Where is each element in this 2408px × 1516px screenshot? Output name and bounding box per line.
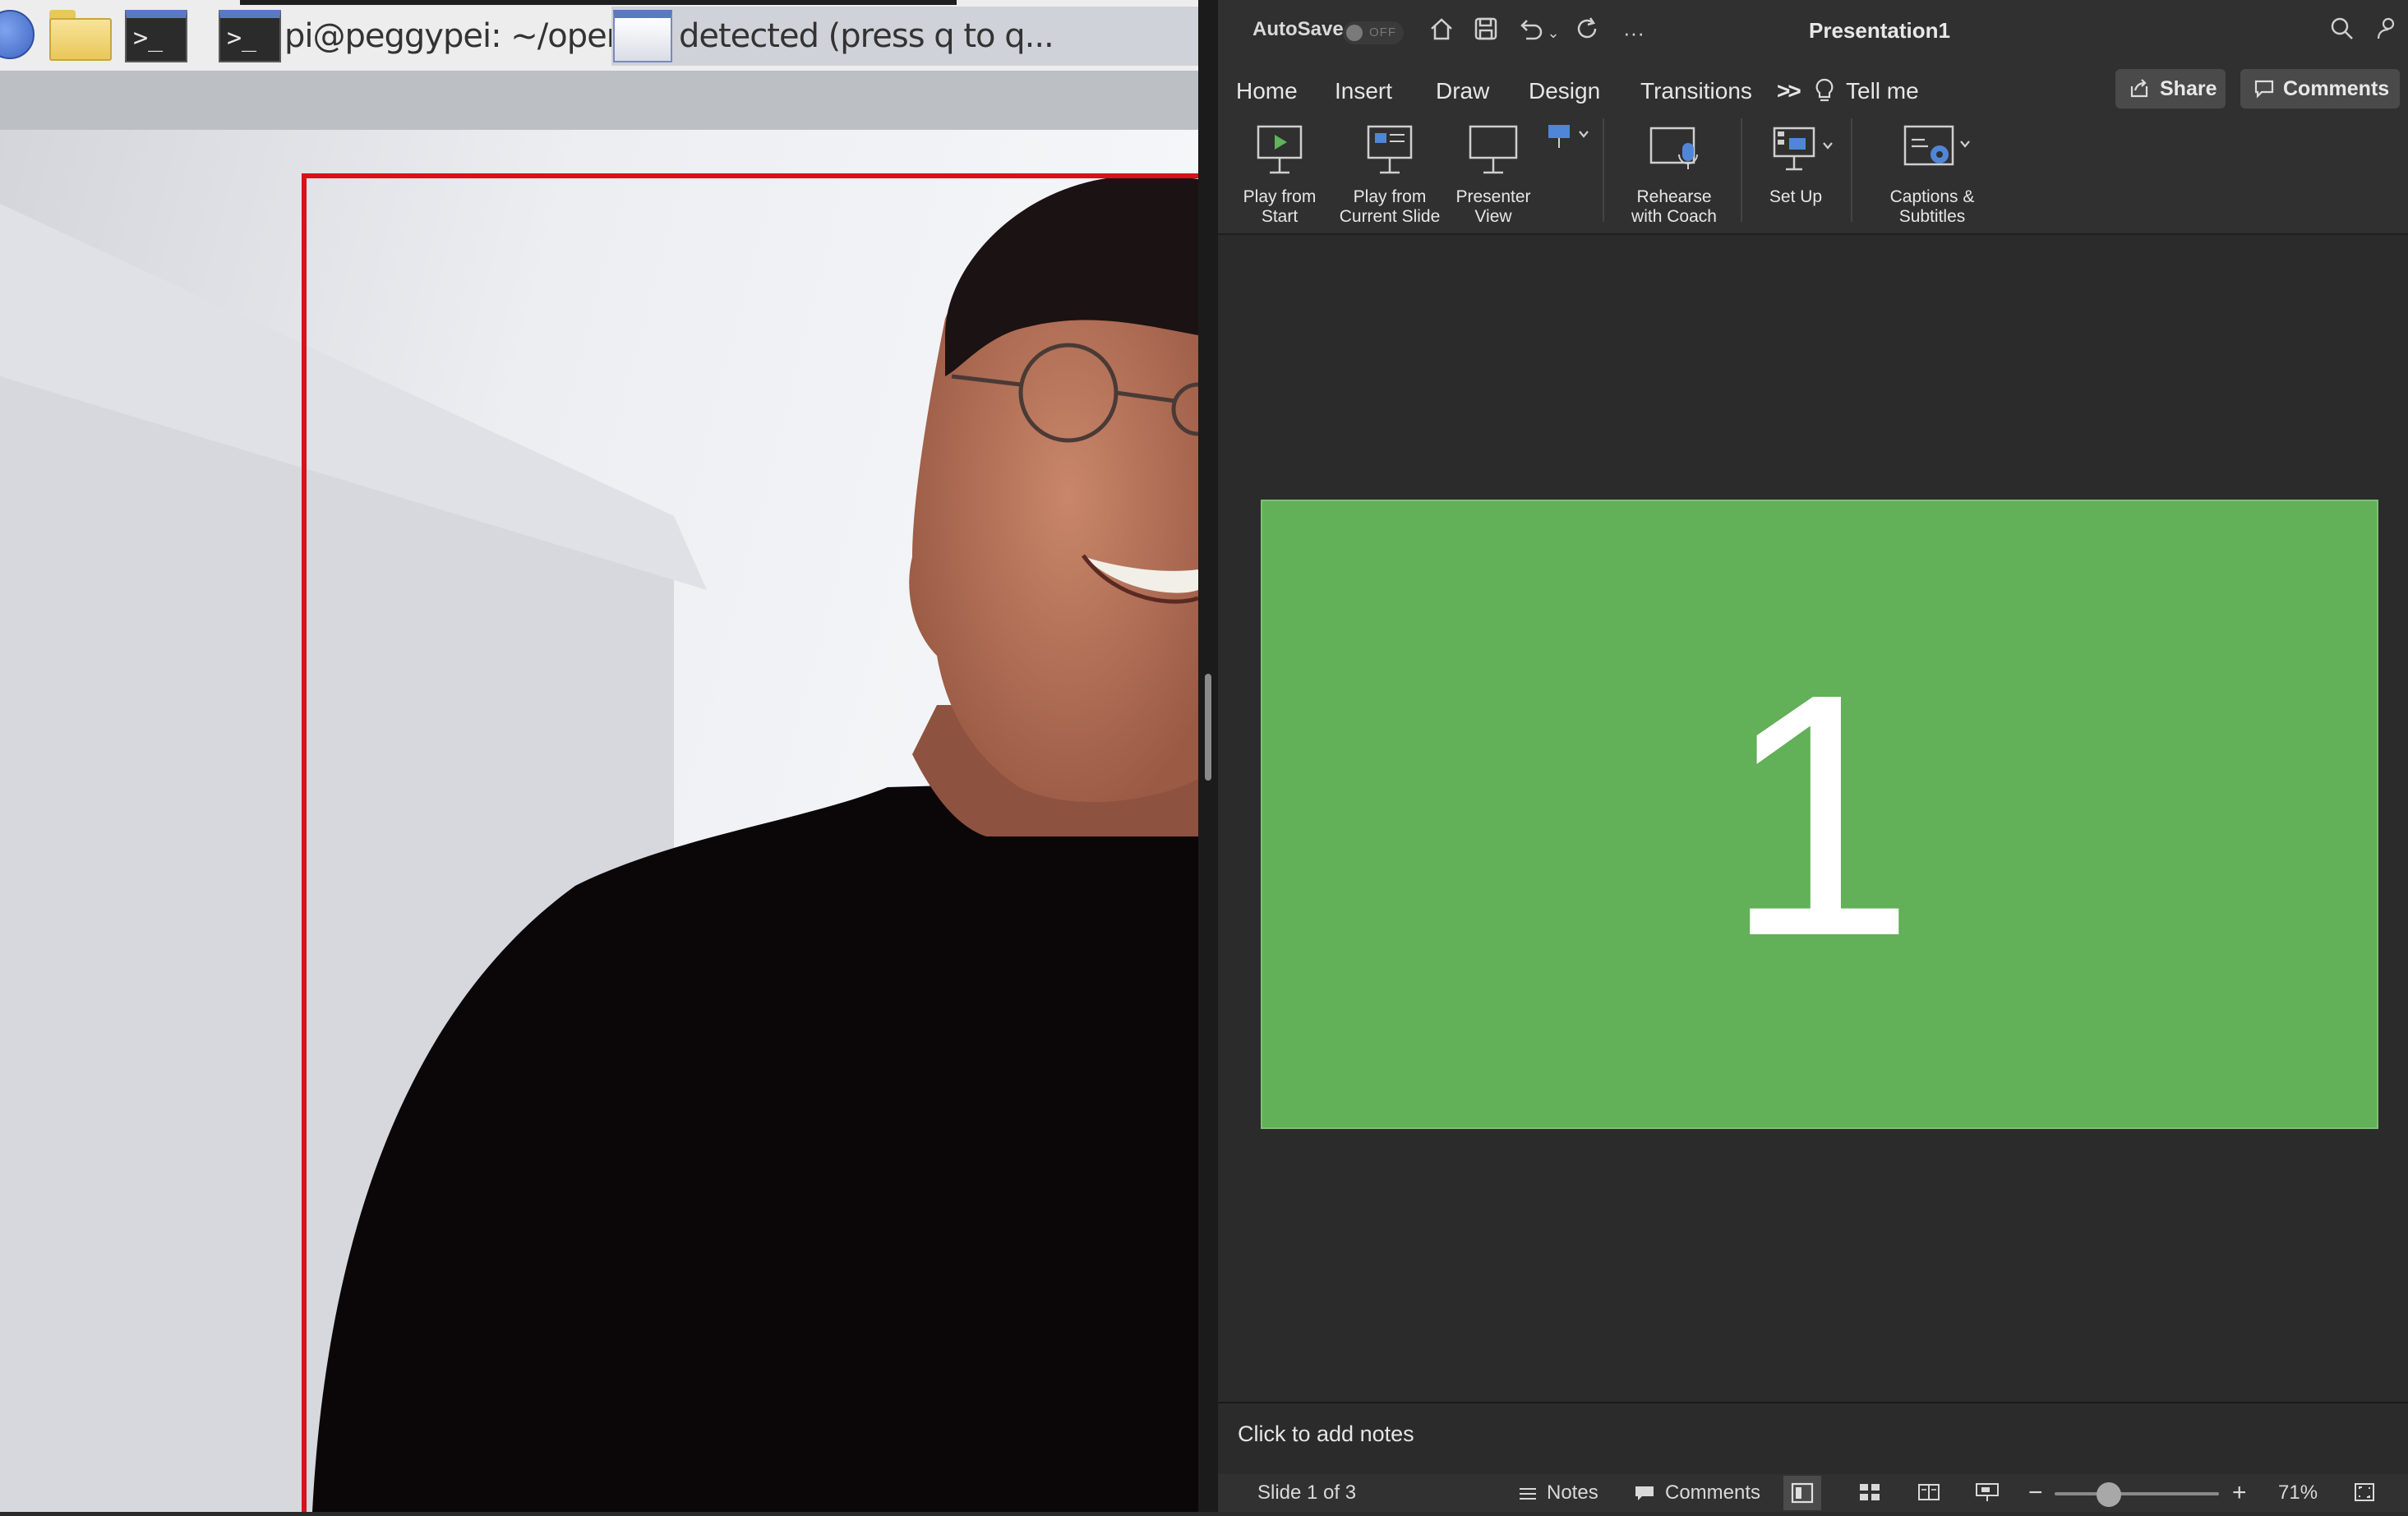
notes-toggle[interactable]: Notes (1547, 1481, 1598, 1505)
rehearse-coach-icon (1641, 118, 1707, 181)
window-icon (613, 10, 672, 62)
ribbon-tabs: Home Insert Draw Design Transitions >> T… (1218, 64, 2408, 118)
camera-window-task-label[interactable]: detected (press q to q... (679, 12, 1054, 61)
tab-transitions[interactable]: Transitions (1640, 72, 1752, 113)
play-from-start-button[interactable]: Play from Start (1228, 118, 1331, 227)
globe-icon[interactable] (0, 10, 35, 59)
presenter-view-label-2: View (1474, 207, 1512, 226)
share-button[interactable]: Share (2115, 69, 2226, 108)
lightbulb-icon (1813, 72, 1836, 118)
presenter-view-button[interactable]: Presenter View (1440, 118, 1547, 227)
more-options-icon[interactable]: ··· (1616, 15, 1652, 51)
terminal-icon[interactable]: >_ (125, 10, 187, 62)
zoom-percent[interactable]: 71% (2278, 1481, 2318, 1505)
share-label: Share (2160, 77, 2217, 100)
set-up-button[interactable]: Set Up (1747, 118, 1844, 207)
share-icon (2129, 69, 2150, 113)
tab-design[interactable]: Design (1529, 72, 1600, 110)
taskbar-top-line (240, 0, 957, 5)
current-slide[interactable]: 1 (1261, 500, 2378, 1129)
terminal-task-icon[interactable]: >_ (219, 10, 281, 62)
zoom-in-button[interactable]: + (2232, 1481, 2247, 1505)
camera-window-titlebar[interactable] (0, 71, 1198, 130)
camera-feed (0, 130, 1198, 1512)
play-from-current-label-2: Current Slide (1339, 207, 1441, 226)
presenter-view-label-1: Presenter (1455, 187, 1531, 206)
play-from-current-slide-button[interactable]: Play from Current Slide (1320, 118, 1460, 227)
redo-icon[interactable] (1570, 15, 1606, 51)
undo-dropdown-chevron-icon[interactable]: ⌄ (1543, 15, 1563, 51)
split-view-divider[interactable] (1198, 0, 1218, 1512)
slide-indicator: Slide 1 of 3 (1257, 1481, 1357, 1504)
tab-draw[interactable]: Draw (1436, 72, 1489, 110)
rehearse-label-2: with Coach (1631, 207, 1717, 226)
zoom-slider-handle[interactable] (2096, 1482, 2121, 1507)
home-icon[interactable] (1423, 15, 1460, 51)
notes-icon[interactable] (1517, 1481, 1538, 1510)
powerpoint-window: AutoSave OFF ⌄ ··· Presentation1 Home In… (1218, 0, 2408, 1512)
zoom-slider-track[interactable] (2055, 1492, 2219, 1495)
play-from-start-label-1: Play from (1243, 187, 1317, 206)
custom-show-dropdown[interactable] (1534, 118, 1603, 159)
captions-subtitles-button[interactable]: Captions & Subtitles (1864, 118, 2000, 227)
rehearse-label-1: Rehearse (1636, 187, 1712, 206)
slide-sorter-icon[interactable] (1857, 1481, 1882, 1510)
status-comment-icon[interactable] (1634, 1481, 1657, 1510)
presenter-view-icon (1460, 118, 1526, 181)
captions-label-2: Subtitles (1898, 207, 1966, 226)
document-title: Presentation1 (1809, 18, 1950, 43)
terminal-task-label[interactable]: pi@peggypei: ~/open... (284, 12, 656, 61)
slide-big-number[interactable]: 1 (1262, 501, 2377, 1127)
reading-view-icon[interactable] (1917, 1481, 1941, 1510)
autosave-state: OFF (1369, 25, 1396, 39)
rehearse-with-coach-button[interactable]: Rehearse with Coach (1612, 118, 1736, 227)
ppt-titlebar: AutoSave OFF ⌄ ··· Presentation1 (1218, 0, 2408, 64)
camera-frame-image (0, 130, 1198, 1512)
comments-label: Comments (2283, 77, 2390, 100)
ribbon-separator (1741, 118, 1742, 222)
tab-home[interactable]: Home (1236, 72, 1298, 110)
play-from-start-icon (1247, 118, 1312, 181)
captions-label-1: Captions & (1889, 187, 1975, 206)
comments-toggle[interactable]: Comments (1665, 1481, 1760, 1505)
set-up-icon (1763, 118, 1833, 181)
folder-icon[interactable] (49, 10, 112, 61)
custom-show-icon (1548, 125, 1589, 148)
notes-pane[interactable]: Click to add notes (1218, 1402, 2408, 1476)
tab-insert[interactable]: Insert (1335, 72, 1392, 110)
play-from-current-icon (1357, 118, 1423, 181)
play-from-start-label-2: Start (1261, 207, 1299, 226)
zoom-out-button[interactable]: − (2028, 1481, 2043, 1505)
pi-taskbar: >_ >_ pi@peggypei: ~/open... detected (p… (0, 0, 1198, 71)
slideshow-view-icon[interactable] (1974, 1481, 2000, 1510)
account-icon[interactable] (2367, 15, 2403, 51)
more-tabs-chevron-icon[interactable]: >> (1777, 72, 1801, 110)
pi-desktop: >_ >_ pi@peggypei: ~/open... detected (p… (0, 0, 1198, 1512)
save-icon[interactable] (1468, 15, 1504, 51)
captions-icon (1887, 118, 1977, 181)
autosave-toggle[interactable]: OFF (1343, 21, 1404, 44)
divider-grip[interactable] (1205, 674, 1211, 781)
autosave-label: AutoSave (1252, 18, 1344, 40)
fit-to-window-icon[interactable] (2352, 1481, 2377, 1510)
ribbon-separator (1603, 118, 1604, 222)
ribbon-separator (1851, 118, 1852, 222)
status-bar: Slide 1 of 3 Notes Comments − + 71% (1218, 1474, 2408, 1512)
slideshow-ribbon: Play from Start Play from Current Slide … (1218, 118, 2408, 235)
slide-editor-pane: 1 (1218, 235, 2408, 1403)
notes-placeholder[interactable]: Click to add notes (1238, 1422, 1414, 1447)
comments-button[interactable]: Comments (2240, 69, 2400, 108)
normal-view-button[interactable] (1783, 1476, 1821, 1510)
tell-me-box[interactable]: Tell me (1846, 72, 1919, 110)
play-from-current-label-1: Play from (1353, 187, 1427, 206)
set-up-label: Set Up (1769, 187, 1823, 206)
comment-icon (2253, 69, 2275, 113)
search-icon[interactable] (2324, 15, 2360, 51)
